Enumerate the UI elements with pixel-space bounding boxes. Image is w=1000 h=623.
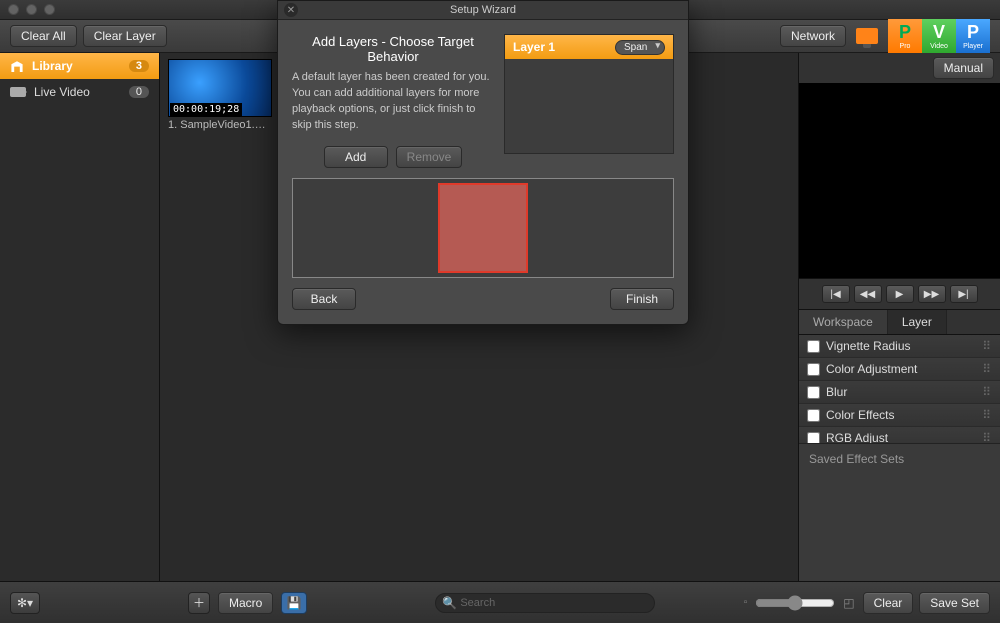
clip-filename: 1. SampleVideo1.mov (168, 117, 272, 133)
right-panel: Manual |◀ ◀◀ ▶ ▶▶ ▶| Workspace Layer Vig… (798, 53, 1000, 581)
drag-grip-icon[interactable]: ⠿ (982, 431, 992, 443)
layer-name-label: Layer 1 (513, 40, 555, 54)
thumbnail-size-slider[interactable] (755, 595, 835, 611)
manual-button[interactable]: Manual (933, 57, 994, 79)
effect-row[interactable]: Color Adjustment ⠿ (799, 358, 1000, 381)
go-to-end-button[interactable]: ▶| (950, 285, 978, 303)
effect-checkbox[interactable] (807, 363, 820, 376)
layer-mode-select-wrap: Span (615, 39, 665, 55)
sidebar-item-live-video[interactable]: Live Video 0 (0, 79, 159, 105)
effect-row[interactable]: Blur ⠿ (799, 381, 1000, 404)
sidebar-item-label: Library (32, 59, 73, 73)
clip-timecode: 00:00:19;28 (170, 103, 242, 116)
wizard-titlebar: ✕ Setup Wizard (278, 1, 688, 20)
effect-checkbox[interactable] (807, 409, 820, 422)
saved-effect-sets-label: Saved Effect Sets (799, 443, 1000, 474)
clear-layer-button[interactable]: Clear Layer (83, 25, 167, 47)
search-input[interactable] (435, 593, 655, 613)
thumbnail-size-small-icon: ▫ (744, 597, 748, 608)
effect-checkbox[interactable] (807, 340, 820, 353)
transport-controls: |◀ ◀◀ ▶ ▶▶ ▶| (799, 279, 1000, 309)
effect-checkbox[interactable] (807, 432, 820, 443)
rewind-button[interactable]: ◀◀ (854, 285, 882, 303)
gear-icon: ✻▾ (17, 596, 33, 610)
effect-label: Vignette Radius (826, 339, 911, 353)
thumbnail-size-large-icon: ◰ (843, 596, 854, 610)
output-preview (799, 83, 1000, 279)
play-button[interactable]: ▶ (886, 285, 914, 303)
tab-workspace[interactable]: Workspace (799, 310, 888, 334)
fast-forward-button[interactable]: ▶▶ (918, 285, 946, 303)
logo-tile-video: VVideo (922, 19, 956, 53)
effect-row[interactable]: Color Effects ⠿ (799, 404, 1000, 427)
wizard-layer-list[interactable]: Layer 1 Span (504, 34, 674, 154)
drag-grip-icon[interactable]: ⠿ (982, 362, 992, 376)
sidebar-item-label: Live Video (34, 85, 90, 99)
disk-icon: 💾 (287, 596, 302, 610)
drag-grip-icon[interactable]: ⠿ (982, 385, 992, 399)
clear-button[interactable]: Clear (863, 592, 914, 614)
wizard-description: A default layer has been created for you… (292, 70, 494, 134)
tab-layer[interactable]: Layer (888, 310, 947, 334)
go-to-start-button[interactable]: |◀ (822, 285, 850, 303)
logo-tile-player: PPlayer (956, 19, 990, 53)
inspector-tabs: Workspace Layer (799, 309, 1000, 335)
wizard-heading: Add Layers - Choose Target Behavior (292, 34, 494, 64)
wizard-title: Setup Wizard (450, 4, 516, 16)
sidebar-item-library[interactable]: Library 3 (0, 53, 159, 79)
finish-button[interactable]: Finish (610, 288, 674, 310)
layer-mode-select[interactable]: Span (615, 40, 665, 55)
settings-menu-button[interactable]: ✻▾ (10, 592, 40, 614)
zoom-window-icon[interactable] (44, 4, 55, 15)
bottom-toolbar: ✻▾ ＋ Macro 💾 🔍 ▫ ◰ Clear Save Set (0, 581, 1000, 623)
search-field-wrap: 🔍 (435, 593, 655, 613)
save-set-button[interactable]: Save Set (919, 592, 990, 614)
plus-icon: ＋ (193, 594, 205, 611)
add-layer-button[interactable]: Add (324, 146, 388, 168)
save-icon-button[interactable]: 💾 (281, 592, 307, 614)
close-window-icon[interactable] (8, 4, 19, 15)
back-button[interactable]: Back (292, 288, 356, 310)
clip-thumbnail[interactable]: 00:00:19;28 1. SampleVideo1.mov (168, 59, 272, 133)
library-icon (10, 60, 24, 72)
effect-label: Color Adjustment (826, 362, 917, 376)
effect-row[interactable]: RGB Adjust ⠿ (799, 427, 1000, 443)
window-controls[interactable] (8, 4, 55, 15)
logo-tile-pro: PPro (888, 19, 922, 53)
setup-wizard-dialog: ✕ Setup Wizard Add Layers - Choose Targe… (277, 0, 689, 325)
wizard-layer-row[interactable]: Layer 1 Span (505, 35, 673, 59)
minimize-window-icon[interactable] (26, 4, 37, 15)
clear-all-button[interactable]: Clear All (10, 25, 77, 47)
sidebar-badge: 3 (129, 60, 149, 72)
macro-button[interactable]: Macro (218, 592, 273, 614)
wizard-target-canvas[interactable] (292, 178, 674, 278)
close-icon[interactable]: ✕ (284, 3, 298, 17)
remove-layer-button[interactable]: Remove (396, 146, 463, 168)
effect-label: Blur (826, 385, 847, 399)
app-logo: PPro VVideo PPlayer (888, 19, 990, 53)
drag-grip-icon[interactable]: ⠿ (982, 408, 992, 422)
effect-label: Color Effects (826, 408, 894, 422)
camera-icon (10, 87, 26, 97)
left-sidebar: Library 3 Live Video 0 (0, 53, 160, 581)
wizard-target-rect[interactable] (438, 183, 528, 273)
effect-checkbox[interactable] (807, 386, 820, 399)
drag-grip-icon[interactable]: ⠿ (982, 339, 992, 353)
sidebar-badge: 0 (129, 86, 149, 98)
add-button[interactable]: ＋ (188, 592, 210, 614)
saved-sets-area[interactable] (799, 474, 1000, 582)
output-monitor-icon[interactable] (856, 28, 878, 44)
search-icon: 🔍 (442, 596, 457, 610)
network-button[interactable]: Network (780, 25, 846, 47)
effects-list[interactable]: Vignette Radius ⠿ Color Adjustment ⠿ Blur ⠿… (799, 335, 1000, 443)
effect-label: RGB Adjust (826, 431, 888, 443)
effect-row[interactable]: Vignette Radius ⠿ (799, 335, 1000, 358)
